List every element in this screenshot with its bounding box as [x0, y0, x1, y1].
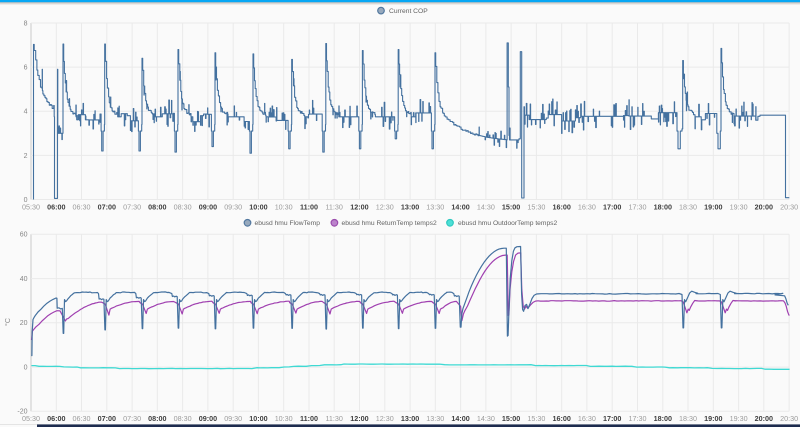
svg-text:12:00: 12:00: [350, 414, 368, 423]
svg-text:11:30: 11:30: [325, 414, 342, 423]
svg-text:07:00: 07:00: [98, 414, 116, 423]
svg-text:17:00: 17:00: [603, 203, 621, 212]
svg-text:14:30: 14:30: [477, 414, 495, 423]
svg-text:20:00: 20:00: [755, 203, 773, 212]
svg-text:18:30: 18:30: [679, 203, 697, 212]
svg-text:15:00: 15:00: [502, 203, 520, 212]
svg-text:07:00: 07:00: [98, 203, 116, 212]
svg-text:10:00: 10:00: [249, 414, 267, 423]
svg-text:20:30: 20:30: [780, 203, 798, 212]
svg-text:14:00: 14:00: [451, 203, 469, 212]
svg-text:13:00: 13:00: [401, 414, 419, 423]
svg-text:12:30: 12:30: [376, 203, 394, 212]
svg-text:07:30: 07:30: [123, 203, 141, 212]
svg-text:11:30: 11:30: [325, 203, 342, 212]
svg-text:09:30: 09:30: [224, 203, 242, 212]
svg-text:15:30: 15:30: [527, 203, 545, 212]
svg-text:06:30: 06:30: [73, 203, 91, 212]
svg-text:17:30: 17:30: [629, 414, 647, 423]
svg-text:16:30: 16:30: [578, 414, 596, 423]
svg-text:06:30: 06:30: [73, 414, 91, 423]
svg-text:16:00: 16:00: [553, 414, 571, 423]
svg-text:8: 8: [24, 20, 28, 27]
svg-text:12:30: 12:30: [376, 414, 394, 423]
svg-text:08:30: 08:30: [174, 414, 192, 423]
svg-text:10:00: 10:00: [249, 203, 267, 212]
svg-text:4: 4: [24, 109, 28, 116]
svg-text:ebusd hmu FlowTemp: ebusd hmu FlowTemp: [255, 220, 321, 227]
svg-text:06:00: 06:00: [47, 414, 65, 423]
svg-text:13:30: 13:30: [426, 414, 444, 423]
svg-text:05:30: 05:30: [22, 203, 40, 212]
svg-text:ebusd hmu ReturnTemp temps2: ebusd hmu ReturnTemp temps2: [342, 220, 437, 227]
svg-text:13:30: 13:30: [426, 203, 444, 212]
svg-text:08:00: 08:00: [148, 414, 166, 423]
svg-text:ebusd hmu OutdoorTemp temps2: ebusd hmu OutdoorTemp temps2: [458, 220, 558, 227]
svg-text:12:00: 12:00: [350, 203, 368, 212]
svg-text:13:00: 13:00: [401, 203, 419, 212]
svg-text:11:00: 11:00: [300, 203, 318, 212]
svg-text:0: 0: [24, 364, 28, 371]
svg-text:19:00: 19:00: [704, 414, 722, 423]
svg-text:°C: °C: [4, 318, 12, 326]
svg-text:09:00: 09:00: [199, 414, 217, 423]
svg-text:18:00: 18:00: [654, 203, 672, 212]
svg-text:20:30: 20:30: [780, 414, 798, 423]
svg-text:Current COP: Current COP: [389, 8, 428, 15]
svg-text:09:30: 09:30: [224, 414, 242, 423]
svg-text:2: 2: [24, 153, 28, 160]
svg-text:07:30: 07:30: [123, 414, 141, 423]
svg-text:16:30: 16:30: [578, 203, 596, 212]
svg-text:18:00: 18:00: [654, 414, 672, 423]
svg-text:60: 60: [20, 232, 28, 239]
svg-text:09:00: 09:00: [199, 203, 217, 212]
svg-text:19:30: 19:30: [730, 414, 748, 423]
svg-text:6: 6: [24, 65, 28, 72]
svg-text:20:00: 20:00: [755, 414, 773, 423]
svg-text:14:00: 14:00: [451, 414, 469, 423]
svg-text:10:30: 10:30: [275, 414, 293, 423]
svg-text:08:00: 08:00: [148, 203, 166, 212]
svg-text:16:00: 16:00: [553, 203, 571, 212]
svg-text:06:00: 06:00: [47, 203, 65, 212]
svg-text:20: 20: [20, 320, 28, 327]
svg-text:19:00: 19:00: [704, 203, 722, 212]
svg-text:08:30: 08:30: [174, 203, 192, 212]
svg-text:14:30: 14:30: [477, 203, 495, 212]
svg-text:10:30: 10:30: [275, 203, 293, 212]
svg-text:19:30: 19:30: [730, 203, 748, 212]
svg-text:15:30: 15:30: [527, 414, 545, 423]
svg-text:11:00: 11:00: [300, 414, 318, 423]
svg-text:05:30: 05:30: [22, 414, 40, 423]
svg-text:17:00: 17:00: [603, 414, 621, 423]
svg-text:17:30: 17:30: [629, 203, 647, 212]
svg-text:18:30: 18:30: [679, 414, 697, 423]
svg-text:15:00: 15:00: [502, 414, 520, 423]
svg-text:40: 40: [20, 276, 28, 283]
